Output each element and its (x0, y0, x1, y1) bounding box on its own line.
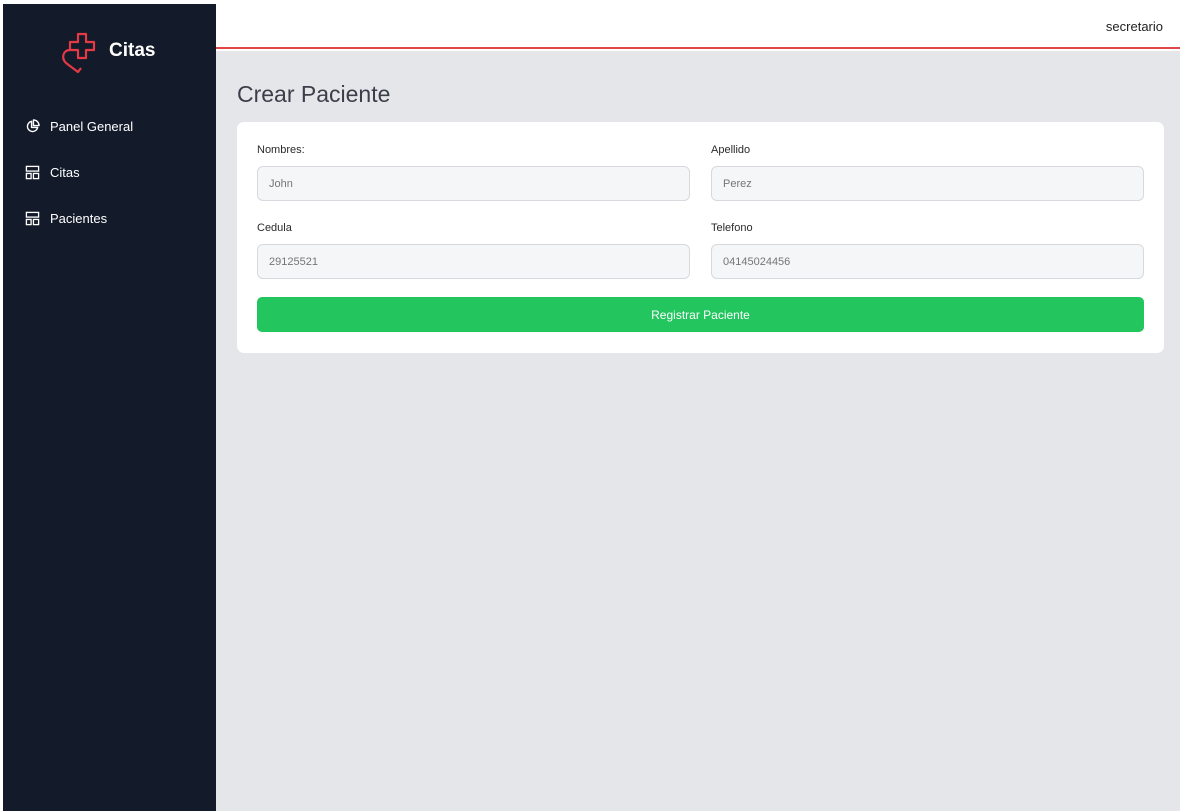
brand-name: Citas (109, 40, 156, 61)
heart-cross-icon (62, 32, 96, 74)
patient-form-card: Nombres: Apellido Cedula Telefono Regist… (237, 122, 1164, 353)
telefono-input[interactable] (711, 244, 1144, 279)
main-content: Crear Paciente Nombres: Apellido Cedula … (216, 51, 1180, 811)
cedula-label: Cedula (257, 222, 292, 234)
sidebar-item-label: Citas (50, 164, 80, 180)
sidebar-item-citas[interactable]: Citas (25, 160, 133, 184)
apellido-input[interactable] (711, 166, 1144, 201)
cedula-input[interactable] (257, 244, 690, 279)
brand-logo[interactable]: Citas (59, 28, 155, 74)
top-bar: secretario (216, 0, 1180, 49)
nombres-label: Nombres: (257, 144, 305, 156)
layout-icon (25, 211, 40, 225)
apellido-label: Apellido (711, 144, 751, 156)
sidebar-item-label: Panel General (50, 118, 134, 134)
cedula-field-group: Cedula (257, 222, 690, 279)
telefono-label: Telefono (711, 222, 753, 234)
register-patient-button[interactable]: Registrar Paciente (257, 297, 1144, 332)
apellido-field-group: Apellido (711, 144, 1144, 201)
user-name[interactable]: secretario (1106, 19, 1163, 34)
sidebar: Citas Panel General Citas Pacientes (3, 4, 216, 811)
nombres-field-group: Nombres: (257, 144, 690, 201)
layout-icon (25, 165, 40, 179)
sidebar-item-label: Pacientes (50, 210, 108, 226)
nombres-input[interactable] (257, 166, 690, 201)
pie-chart-icon (26, 118, 40, 132)
telefono-field-group: Telefono (711, 222, 1144, 279)
page-title: Crear Paciente (237, 81, 391, 107)
sidebar-nav: Panel General Citas Pacientes (25, 114, 133, 252)
sidebar-item-panel-general[interactable]: Panel General (25, 114, 133, 138)
sidebar-item-pacientes[interactable]: Pacientes (25, 206, 133, 230)
